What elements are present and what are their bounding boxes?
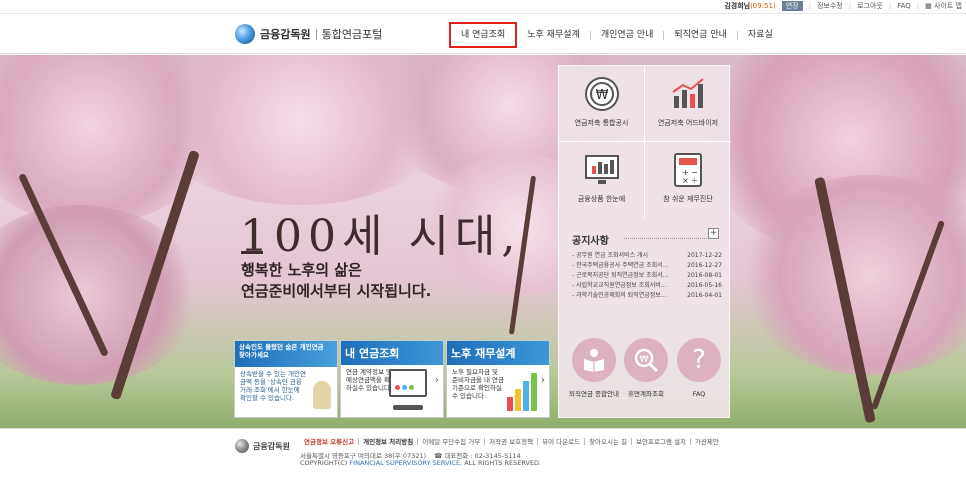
faq-link[interactable]: FAQ [897, 2, 911, 10]
site-logo[interactable]: 금융감독원 통합연금포털 [235, 24, 382, 44]
top-utility-bar: 김경희님(09:51) 연장 | 정보수정 | 로그아웃 | FAQ | ▦ 사… [0, 0, 966, 14]
card-my-pension-arrow-icon: › [435, 375, 439, 386]
quick-service-panel: ₩ 연금저축 통합공시 연금저축 어드바이저 금융상품 한눈에 + − × ÷ … [558, 65, 731, 418]
dormant-account-label: 휴면계좌조회 [628, 390, 664, 398]
monitor-chart-icon [584, 155, 619, 184]
footer-copyright: COPYRIGHT(C) FINANCIAL SUPERVISORY SERVI… [300, 459, 542, 467]
notice-list: - 공무원 연금 조회서비스 개시 2017-12-22 - 한국주택금융공사 주… [572, 251, 722, 301]
footer-link-suggestion[interactable]: 가션제안 [691, 436, 723, 446]
tile-financial-diagnosis[interactable]: + − × ÷ 참 쉬운 재무진단 [645, 142, 731, 218]
footer-link-security[interactable]: 보안프로그램 설치 [632, 436, 690, 446]
tile-pension-disclosure[interactable]: ₩ 연금저축 통합공시 [559, 66, 645, 142]
tile-pension-advisor[interactable]: 연금저축 어드바이저 [645, 66, 731, 142]
faq-button[interactable]: ? [677, 338, 721, 382]
notice-title: 공지사항 [572, 236, 609, 247]
sitemap-link[interactable]: ▦ 사이트 맵 [925, 1, 962, 11]
list-item[interactable]: - 근로복지공단 퇴직연금정보 조회서... 2016-08-01 [572, 271, 722, 281]
retirement-guide-label: 퇴직연금 종합안내 [569, 390, 619, 398]
main-navigation: 내 연금조회 노후 재무설계 개인연금 안내 퇴직연금 안내 자료실 [449, 22, 783, 48]
nav-my-pension[interactable]: 내 연금조회 [449, 22, 518, 48]
svg-text:×: × [682, 176, 689, 185]
session-timer: (09:51) [750, 2, 776, 10]
question-icon: ? [692, 345, 706, 375]
rising-chart-icon [672, 78, 704, 108]
footer-link-email-policy[interactable]: 이메일 무단수집 거부 [418, 436, 484, 446]
footer-link-viewer[interactable]: 뷰어 다운로드 [538, 436, 584, 446]
won-coin-icon: ₩ [584, 77, 619, 111]
dormant-account-button[interactable]: ₩ [624, 338, 668, 382]
card-my-pension[interactable]: 내 연금조회 연금 계약정보 및 예상연금액을 확인하실수 있습니다. › [340, 340, 444, 418]
svg-text:₩: ₩ [640, 355, 649, 365]
site-header: 금융감독원 통합연금포털 내 연금조회 노후 재무설계 개인연금 안내 퇴직연금… [0, 14, 966, 54]
footer-link-privacy[interactable]: 개인정보 처리방침 [359, 436, 417, 446]
notice-more-button[interactable]: + [708, 228, 719, 239]
person-illustration-icon [313, 381, 331, 409]
logo-service-name: 통합연금포털 [321, 28, 383, 41]
svg-text:₩: ₩ [595, 88, 608, 103]
card-my-pension-title: 내 연금조회 [345, 347, 400, 360]
monitor-illustration-icon [389, 369, 427, 397]
card-hidden-pension-title: 상속인도 몰랐던 숨은 개인연금 찾아가세요 [239, 343, 324, 359]
list-item[interactable]: - 한국주택금융공사 주택연금 조회서... 2016-12-27 [572, 261, 722, 271]
nav-archive[interactable]: 자료실 [738, 23, 783, 47]
sitemap-icon: ▦ [925, 2, 932, 10]
footer-links: 연금정보 오류신고 개인정보 처리방침 이메일 무단수집 거부 저작권 보호정책… [300, 436, 723, 446]
fss-logo-icon [235, 24, 255, 44]
logout-link[interactable]: 로그아웃 [857, 1, 883, 11]
nav-retirement-pension[interactable]: 퇴직연금 안내 [664, 23, 737, 47]
chart-coins-illustration-icon [505, 371, 541, 411]
nav-retirement-planning[interactable]: 노후 재무설계 [517, 23, 590, 47]
site-footer: 금융감독원 연금정보 오류신고 개인정보 처리방침 이메일 무단수집 거부 저작… [0, 428, 966, 482]
user-greeting: 김경희님(09:51) [724, 2, 776, 10]
logo-org-name: 금융감독원 [260, 28, 311, 41]
footer-link-directions[interactable]: 찾아오시는 길 [585, 436, 631, 446]
card-retirement-planning-arrow-icon: › [541, 375, 545, 386]
svg-text:÷: ÷ [691, 176, 698, 185]
footer-link-copyright[interactable]: 저작권 보호정책 [485, 436, 537, 446]
card-hidden-pension[interactable]: 상속인도 몰랐던 숨은 개인연금 찾아가세요 상속받을 수 있는 개인연금액 등… [234, 340, 338, 418]
tile-financial-products[interactable]: 금융상품 한눈에 [559, 142, 645, 218]
footer-logo: 금융감독원 [235, 439, 290, 453]
info-edit-link[interactable]: 정보수정 [817, 1, 843, 11]
card-retirement-planning[interactable]: 노후 재무설계 노후 필요자금 및 준비자금을 내 연금기준으로 확인하실 수 … [446, 340, 550, 418]
footer-link-error-report[interactable]: 연금정보 오류신고 [300, 436, 358, 446]
slogan-divider [241, 251, 263, 254]
hero-slogan-title: 100세 시대, [240, 211, 522, 262]
hero-banner: 100세 시대, 행복한 노후의 삶은 연금준비에서부터 시작됩니다. 상속인도… [0, 55, 966, 428]
hero-slogan-subtitle: 행복한 노후의 삶은 연금준비에서부터 시작됩니다. [241, 261, 432, 300]
nav-personal-pension[interactable]: 개인연금 안내 [591, 23, 664, 47]
faq-label: FAQ [692, 390, 706, 398]
won-magnifier-icon: ₩ [634, 348, 659, 373]
extend-session-button[interactable]: 연장 [781, 1, 803, 11]
card-hidden-pension-desc: 상속받을 수 있는 개인연금액 등을 '상속인 금융거래 조회'에서 한눈에 확… [240, 370, 306, 402]
list-item[interactable]: - 과학기술인공제회의 퇴직연금정보... 2016-04-01 [572, 291, 722, 301]
glasses-illustration-icon [393, 405, 423, 410]
list-item[interactable]: - 사립학교교직원연금정보 조회서비... 2016-05-16 [572, 281, 722, 291]
list-item[interactable]: - 공무원 연금 조회서비스 개시 2017-12-22 [572, 251, 722, 261]
card-retirement-planning-title: 노후 재무설계 [451, 347, 516, 360]
card-retirement-planning-desc: 노후 필요자금 및 준비자금을 내 연금기준으로 확인하실 수 있습니다. [452, 368, 504, 400]
calculator-icon: + − × ÷ [674, 153, 702, 187]
retirement-guide-button[interactable] [572, 338, 616, 382]
fss-footer-logo-icon [235, 439, 249, 453]
book-reader-icon [584, 349, 604, 372]
